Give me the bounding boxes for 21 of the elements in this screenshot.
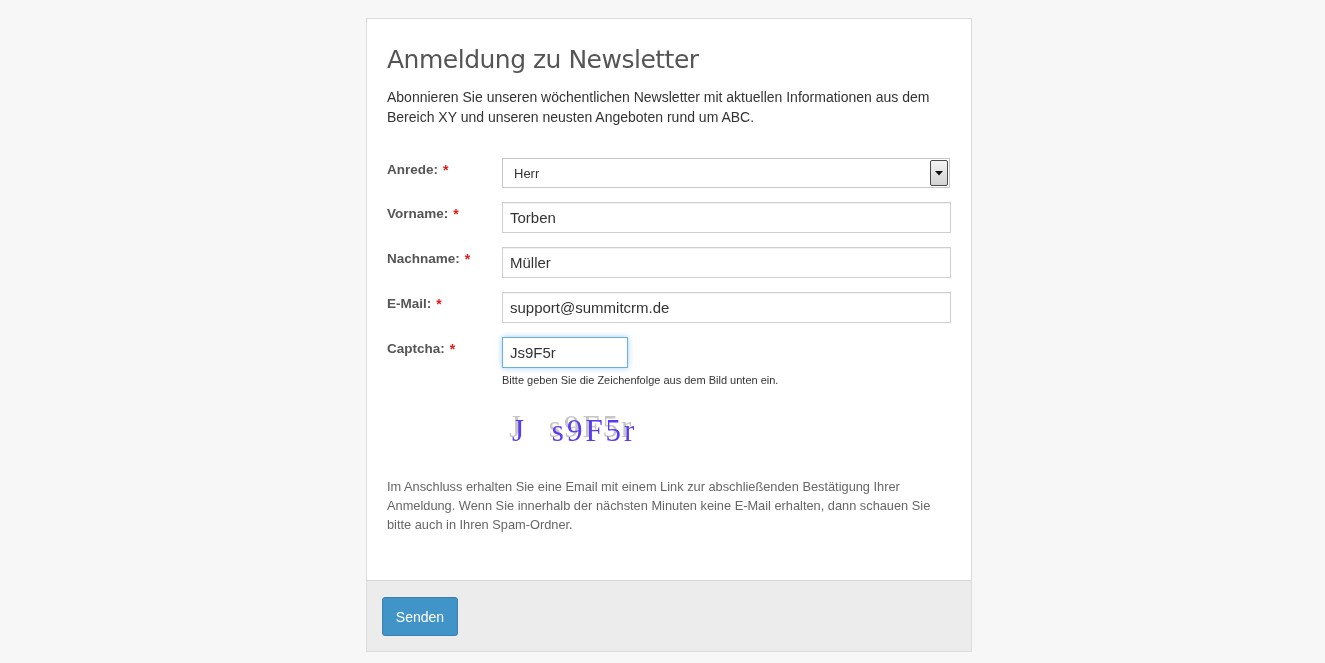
- notice-text: Im Anschluss erhalten Sie eine Email mit einem Link zur abschließenden Bestätigung Ihrer Anmeldung. Wenn Sie innerhalb der nächsten Minuten keine E-Mail erhalten, dann schauen Sie bitte auch in Ihren Spam-Ordner.: [387, 478, 932, 534]
- captcha-image: J s9F5r: [512, 413, 638, 449]
- captcha-help-text: Bitte geben Sie die Zeichenfolge aus dem Bild unten ein.: [502, 373, 779, 387]
- intro-text: Abonnieren Sie unseren wöchentlichen Newsletter mit aktuellen Informationen aus dem Bereich XY und unseren neusten Angeboten rund um ABC.: [387, 88, 931, 127]
- required-mark: *: [436, 295, 442, 313]
- field-label: Nachname:: [387, 250, 460, 268]
- field-label: Vorname:: [387, 205, 449, 223]
- required-mark: *: [443, 161, 449, 179]
- field-label: Captcha:: [387, 340, 445, 358]
- field-label: Anrede:: [387, 161, 438, 179]
- required-mark: *: [453, 205, 459, 223]
- input-field[interactable]: Müller: [502, 247, 951, 278]
- dropdown-caret-icon: [930, 160, 948, 186]
- input-field[interactable]: support@summitcrm.de: [502, 292, 951, 323]
- dropdown-field[interactable]: Herr: [502, 158, 950, 188]
- form-title: Anmeldung zu Newsletter: [387, 44, 699, 76]
- required-mark: *: [464, 250, 471, 268]
- input-field[interactable]: Torben: [502, 202, 951, 233]
- captcha-input-field[interactable]: Js9F5r: [502, 337, 628, 368]
- required-mark: *: [449, 340, 456, 358]
- field-label: E-Mail:: [387, 295, 432, 313]
